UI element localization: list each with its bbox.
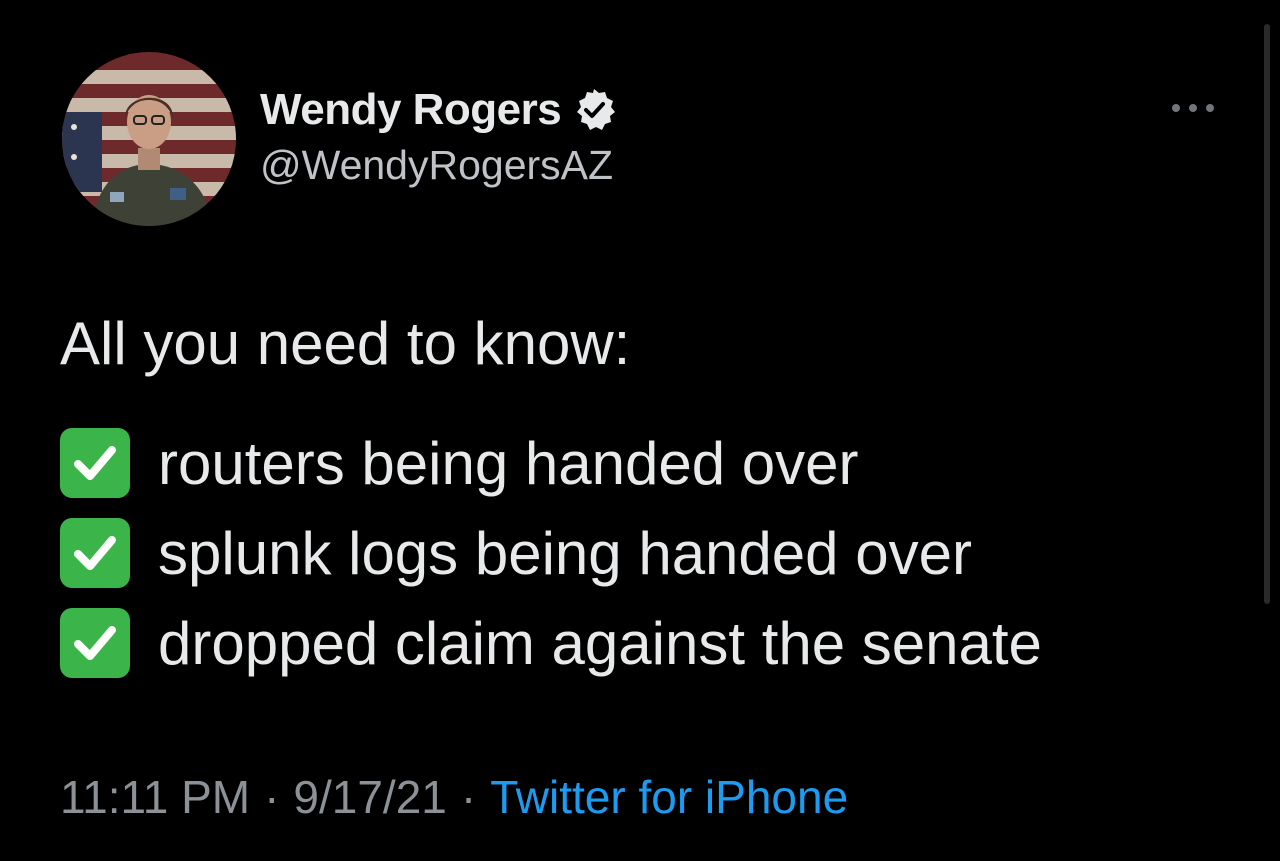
check-mark-icon [60, 428, 130, 498]
checklist-item-text: routers being handed over [158, 429, 859, 497]
tweet-time[interactable]: 11:11 PM [60, 770, 250, 824]
checklist-item: routers being handed over [60, 418, 1240, 508]
tweet-card: Wendy Rogers @WendyRogersAZ All you need… [0, 0, 1280, 861]
avatar[interactable] [62, 52, 236, 226]
check-mark-icon [60, 608, 130, 678]
avatar-image [62, 52, 236, 226]
tweet-meta: 11:11 PM · 9/17/21 · Twitter for iPhone [60, 770, 848, 824]
author-identity: Wendy Rogers @WendyRogersAZ [260, 82, 617, 189]
tweet-text: All you need to know: routers being hand… [60, 308, 1240, 688]
tweet-intro: All you need to know: [60, 310, 631, 377]
verified-badge-icon [571, 87, 617, 133]
author-display-name[interactable]: Wendy Rogers [260, 85, 562, 135]
checklist-item-text: splunk logs being handed over [158, 519, 972, 587]
checklist-item: dropped claim against the senate [60, 598, 1240, 688]
more-options-icon[interactable] [1172, 100, 1214, 116]
checklist-item: splunk logs being handed over [60, 508, 1240, 598]
checklist-item-text: dropped claim against the senate [158, 609, 1042, 677]
tweet-header: Wendy Rogers @WendyRogersAZ [62, 52, 617, 226]
tweet-date[interactable]: 9/17/21 [293, 770, 446, 824]
more-dot [1172, 104, 1180, 112]
name-row: Wendy Rogers [260, 82, 617, 138]
more-dot [1206, 104, 1214, 112]
scrollbar[interactable] [1264, 24, 1270, 604]
check-mark-icon [60, 518, 130, 588]
meta-separator: · [460, 771, 477, 823]
meta-separator: · [264, 771, 280, 823]
author-handle[interactable]: @WendyRogersAZ [260, 142, 617, 189]
more-dot [1189, 104, 1197, 112]
tweet-source-link[interactable]: Twitter for iPhone [490, 770, 848, 824]
